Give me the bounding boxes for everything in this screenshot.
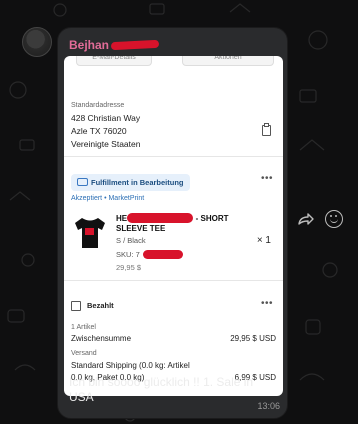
shipping-label-1: Standard Shipping (0.0 kg: Artikel [71,361,190,370]
subtotal-value: 29,95 $ USD [230,334,276,343]
address-line2: Azle TX 76020 [71,126,127,136]
address-block: 428 Christian Way Azle TX 76020 Vereinig… [71,112,140,151]
order-screenshot[interactable]: E-Mail-Details Aktionen Standardadresse … [64,56,283,396]
product-title-prefix: HE [116,214,128,223]
paid-badge: Bezahlt [71,298,114,313]
message-bubble: Bejhan E-Mail-Details Aktionen Standarda… [57,27,288,419]
message-time: 13:06 [257,401,280,411]
product-title-line2: SLEEVE TEE [116,224,166,233]
sender-avatar[interactable] [22,27,52,57]
redaction-mark [127,213,193,223]
address-section: Standardadresse 428 Christian Way Azle T… [64,64,283,157]
fulfillment-badge-label: Fulfillment in Bearbeitung [91,178,184,187]
address-label: Standardadresse [71,102,125,109]
message-text: Ich bin soooo glücklich !! 1. Sale in US… [69,375,254,404]
product-title-suffix: - SHORT [195,214,229,223]
emoji-icon[interactable] [325,210,343,228]
tshirt-thumbnail [75,218,105,248]
address-line3: Vereinigte Staaten [71,139,141,149]
address-line1: 428 Christian Way [71,113,141,123]
truck-icon [77,178,88,186]
shipping-header: Versand [71,350,97,357]
redaction-mark [110,39,160,51]
sender-name[interactable]: Bejhan [69,38,109,52]
more-icon[interactable]: ••• [261,173,273,184]
forward-icon[interactable] [296,210,314,228]
clipboard-icon[interactable] [262,123,271,136]
subtotal-label: Zwischensumme [71,334,132,343]
top-button-row: E-Mail-Details Aktionen [64,56,283,66]
items-count: 1 Artikel [71,324,96,331]
paid-icon [71,301,81,311]
product-price: 29,95 $ [116,263,142,272]
accepted-status: Akzeptiert • MarketPrint [71,195,145,202]
fulfillment-badge: Fulfillment in Bearbeitung [71,174,190,191]
divider [64,280,283,281]
subtotal-row: Zwischensumme 29,95 $ USD [71,334,276,343]
paid-badge-label: Bezahlt [87,301,114,310]
product-quantity: × 1 [256,235,271,246]
redaction-mark [143,250,183,259]
product-variant: S / Black [116,236,146,245]
product-sku: SKU: 7 [116,250,140,259]
more-icon[interactable]: ••• [261,298,273,309]
